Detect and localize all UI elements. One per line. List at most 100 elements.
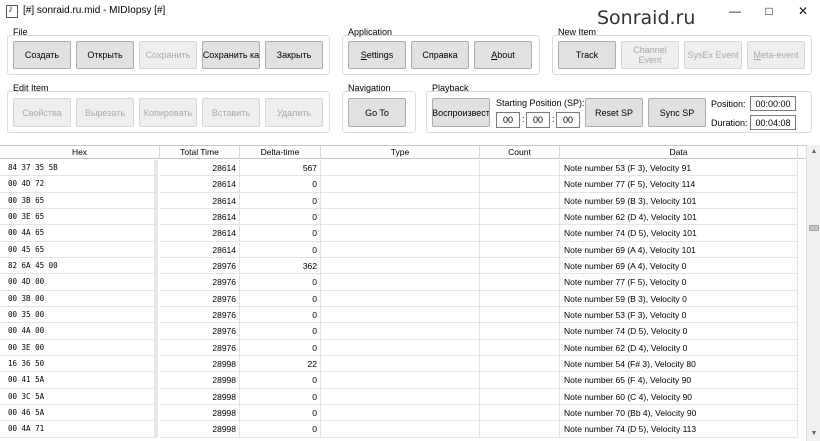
table-row[interactable]: 00 4D 72 28614 0 Note number 77 (F 5), Velo… [0,176,806,193]
data-cell: Note number 62 (D 4), Velocity 0 [560,339,798,356]
data-cell: Note number 69 (A 4), Velocity 101 [560,241,798,258]
column-header-count[interactable]: Count [480,146,560,159]
table-row[interactable]: 16 36 50 28998 22 Note number 54 (F# 3), Ve… [0,355,806,373]
delta-time-cell: 362 [240,257,321,275]
delta-time-cell: 0 [240,225,321,242]
hex-cell: 00 4A 71 [0,421,158,438]
goto-button[interactable]: Go To [348,98,406,127]
total-time-cell: 28614 [160,208,240,226]
sp-minutes-field[interactable]: 00 [526,112,550,128]
column-header-delta-time[interactable]: Delta-time [240,146,321,159]
about-button[interactable]: About [474,41,532,69]
table-row[interactable]: 00 4A 71 28998 0 Note number 74 (D 5), Velo… [0,421,806,438]
open-button[interactable]: Открыть [76,41,134,69]
create-button[interactable]: Создать [13,41,71,69]
new-sysex-event-button[interactable]: SysEx Event [684,41,742,69]
total-time-cell: 28998 [160,404,240,422]
scroll-up-icon[interactable]: ▲ [807,145,820,159]
starting-position-label: Starting Position (SP): [496,98,585,108]
table-row[interactable]: 00 41 5A 28998 0 Note number 65 (F 4), Velo… [0,372,806,389]
event-table[interactable]: Hex Total Time Delta-time Type Count Dat… [0,145,806,441]
reset-sp-button[interactable]: Reset SP [585,98,643,127]
total-time-cell: 28998 [160,421,240,438]
scroll-down-icon[interactable]: ▼ [807,427,820,441]
table-row[interactable]: 00 46 5A 28998 0 Note number 70 (Bb 4), Vel… [0,404,806,422]
maximize-icon[interactable]: □ [752,0,786,22]
cut-button[interactable]: Вырезать [76,98,134,127]
hex-cell: 00 3E 65 [0,208,158,226]
properties-button[interactable]: Свойства [13,98,71,127]
delete-button[interactable]: Удалить [265,98,323,127]
table-row[interactable]: 00 45 65 28614 0 Note number 69 (A 4), Velo… [0,241,806,258]
data-cell: Note number 69 (A 4), Velocity 0 [560,257,798,275]
new-meta-event-button[interactable]: Meta-event [747,41,805,69]
total-time-cell: 28614 [160,192,240,209]
save-as-button[interactable]: Сохранить ка [202,41,260,69]
type-cell [321,306,480,324]
hex-cell: 00 4A 00 [0,323,158,340]
close-file-button[interactable]: Закрыть [265,41,323,69]
type-cell [321,339,480,356]
delta-time-cell: 0 [240,323,321,340]
play-button[interactable]: Воспроизвест [432,98,490,127]
sync-sp-button[interactable]: Sync SP [648,98,706,127]
type-cell [321,372,480,389]
duration-field: 00:04:08 [750,115,796,130]
sp-hours-field[interactable]: 00 [496,112,520,128]
data-cell: Note number 70 (Bb 4), Velocity 90 [560,404,798,422]
copy-button[interactable]: Копировать [139,98,197,127]
column-header-total-time[interactable]: Total Time [160,146,240,159]
count-cell [480,241,560,258]
scroll-thumb[interactable] [809,225,819,231]
close-icon[interactable]: ✕ [786,0,820,22]
navigation-group-title: Navigation [348,83,391,93]
count-cell [480,306,560,324]
paste-button[interactable]: Вставить [202,98,260,127]
hex-cell: 00 4A 65 [0,225,158,242]
delta-time-cell: 567 [240,160,321,177]
table-row[interactable]: 00 3B 00 28976 0 Note number 59 (B 3), Velo… [0,290,806,307]
table-row[interactable]: 00 3B 65 28614 0 Note number 59 (B 3), Velo… [0,192,806,209]
table-row[interactable]: 84 37 35 5B 28614 567 Note number 53 (F 3),… [0,160,806,177]
new-track-button[interactable]: Track [558,41,616,69]
table-row[interactable]: 82 6A 45 00 28976 362 Note number 69 (A 4),… [0,257,806,275]
total-time-cell: 28614 [160,225,240,242]
new-channel-event-button[interactable]: Channel Event [621,41,679,69]
table-row[interactable]: 00 3E 00 28976 0 Note number 62 (D 4), Velo… [0,339,806,356]
count-cell [480,290,560,307]
data-cell: Note number 60 (C 4), Velocity 90 [560,388,798,405]
table-header: Hex Total Time Delta-time Type Count Dat… [0,146,806,159]
title-bar[interactable]: [#] sonraid.ru.mid - MIDIopsy [#] — □ ✕ [0,0,820,24]
settings-button[interactable]: Settings [348,41,406,69]
table-row[interactable]: 00 3C 5A 28998 0 Note number 60 (C 4), Velo… [0,388,806,405]
count-cell [480,208,560,226]
minimize-icon[interactable]: — [718,0,752,22]
vertical-scrollbar[interactable]: ▲ ▼ [806,145,820,441]
count-cell [480,339,560,356]
delta-time-cell: 0 [240,372,321,389]
table-row[interactable]: 00 3E 65 28614 0 Note number 62 (D 4), Velo… [0,208,806,226]
count-cell [480,372,560,389]
table-row[interactable]: 00 4A 65 28614 0 Note number 74 (D 5), Velo… [0,225,806,242]
delta-time-cell: 0 [240,306,321,324]
hex-cell: 16 36 50 [0,355,158,373]
delta-time-cell: 0 [240,241,321,258]
table-row[interactable]: 00 4A 00 28976 0 Note number 74 (D 5), Velo… [0,323,806,340]
hex-cell: 00 3B 65 [0,192,158,209]
table-row[interactable]: 00 35 00 28976 0 Note number 53 (F 3), Velo… [0,306,806,324]
column-header-hex[interactable]: Hex [0,146,160,159]
total-time-cell: 28998 [160,372,240,389]
type-cell [321,208,480,226]
help-button[interactable]: Справка [411,41,469,69]
file-group-title: File [13,27,28,37]
sp-seconds-field[interactable]: 00 [556,112,580,128]
column-header-type[interactable]: Type [321,146,480,159]
type-cell [321,241,480,258]
type-cell [321,160,480,177]
count-cell [480,176,560,193]
sp-separator-1: : [522,114,525,124]
table-row[interactable]: 00 4D 00 28976 0 Note number 77 (F 5), Velo… [0,274,806,291]
position-field: 00:00:00 [750,96,796,111]
save-button[interactable]: Сохранить [139,41,197,69]
column-header-data[interactable]: Data [560,146,798,159]
